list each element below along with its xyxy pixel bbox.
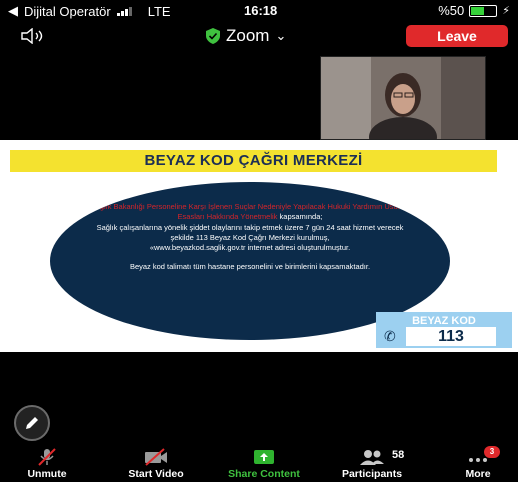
start-video-label: Start Video (128, 468, 184, 480)
unmute-label: Unmute (27, 468, 67, 480)
slide-title: BEYAZ KOD ÇAĞRI MERKEZİ (144, 152, 363, 169)
shield-check-icon (206, 28, 220, 44)
status-bar: ◀ Dijital Operatör LTE 16:18 %50 ⚡ (0, 0, 518, 22)
unmute-button[interactable]: Unmute (22, 447, 72, 480)
shared-screen-slide: BEYAZ KOD ÇAĞRI MERKEZİ Sağlık Bakanlığı… (0, 140, 518, 352)
participant-video-thumbnail[interactable] (320, 56, 486, 140)
participant-video-image (321, 57, 485, 139)
slide-body-line1: kapsamında; (277, 212, 323, 222)
participants-label: Participants (341, 468, 403, 480)
beyaz-kod-logo: BEYAZ KOD ✆ 113 (376, 312, 512, 348)
microphone-muted-icon (38, 448, 56, 466)
meeting-top-bar: Zoom ⌄ Leave (0, 22, 518, 50)
more-notification-badge: 3 (484, 446, 500, 458)
more-label: More (465, 468, 491, 480)
slide-body-line3: «www.beyazkod.saglik.gov.tr internet adr… (149, 243, 351, 253)
beyaz-kod-number: 113 (406, 327, 496, 346)
participants-count: 58 (392, 449, 405, 461)
pencil-icon (26, 417, 38, 429)
beyaz-kod-label: BEYAZ KOD (412, 315, 476, 327)
share-arrow-icon (254, 450, 274, 464)
participants-icon (360, 450, 384, 465)
leave-button[interactable]: Leave (406, 25, 508, 47)
meeting-title: Zoom (226, 26, 270, 45)
share-content-label: Share Content (228, 468, 300, 480)
share-content-button[interactable]: Share Content (214, 447, 314, 480)
start-video-button[interactable]: Start Video (116, 447, 196, 480)
signal-icon (116, 6, 132, 16)
charging-icon: ⚡ (502, 5, 510, 17)
slide-regulation-text: Sağlık Bakanlığı Personeline Karşı İşlen… (90, 202, 410, 222)
meeting-title-dropdown[interactable]: Zoom ⌄ (206, 26, 286, 46)
slide-body-line4: Beyaz kod talimatı tüm hastane personeli… (129, 262, 371, 272)
battery-icon (469, 4, 498, 17)
slide-banner: BEYAZ KOD ÇAĞRI MERKEZİ (10, 150, 497, 172)
slide-body-line2: Sağlık çalışanlarına yönelik şiddet olay… (96, 222, 404, 242)
slide-body-text: Sağlık Bakanlığı Personeline Karşı İşlen… (90, 202, 410, 273)
clock: 16:18 (244, 3, 278, 18)
annotate-button[interactable] (14, 405, 50, 441)
back-app-label[interactable]: Dijital Operatör (24, 4, 111, 19)
video-camera-off-icon (145, 448, 167, 466)
battery-percent: %50 (438, 3, 465, 18)
meeting-toolbar: Unmute Start Video Share Content Partici… (0, 445, 518, 482)
chevron-down-icon: ⌄ (275, 28, 287, 43)
network-type: LTE (147, 3, 171, 19)
speaker-icon[interactable] (20, 28, 50, 44)
back-arrow-icon[interactable]: ◀ (8, 3, 18, 19)
phone-icon: ✆ (384, 328, 396, 344)
